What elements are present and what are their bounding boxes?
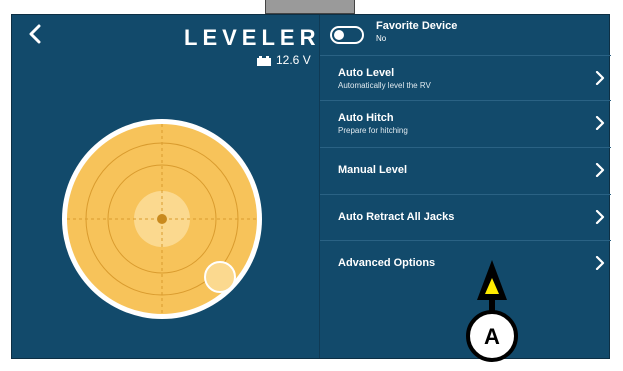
page-title: LEVELER xyxy=(184,25,321,50)
menu-item-title: Auto Retract All Jacks xyxy=(338,211,455,223)
menu-item-title: Auto Hitch xyxy=(338,111,394,124)
menu-item-title: Auto Level xyxy=(338,66,395,79)
menu-item-title: Manual Level xyxy=(338,164,408,176)
top-tab xyxy=(265,0,355,14)
level-bubble xyxy=(204,261,236,293)
menu-item-auto-level[interactable]: Auto Level Automatically level the RV xyxy=(320,55,611,100)
favorite-title: Favorite Device xyxy=(376,19,458,32)
toggle-knob xyxy=(334,30,344,40)
callout-label: A xyxy=(484,324,500,349)
battery-status: 12.6 V xyxy=(256,53,311,67)
chevron-left-icon xyxy=(29,24,41,44)
chevron-right-icon xyxy=(589,256,611,270)
menu-item-auto-hitch[interactable]: Auto Hitch Prepare for hitching xyxy=(320,100,611,145)
level-gauge xyxy=(62,119,262,319)
favorite-device-row: Favorite Device No xyxy=(320,15,611,55)
menu-item-text: Auto Hitch Prepare for hitching xyxy=(338,112,589,135)
menu-item-subtitle: Prepare for hitching xyxy=(338,125,408,135)
favorite-toggle[interactable] xyxy=(330,26,364,44)
chevron-right-icon xyxy=(589,210,611,224)
menu-item-auto-retract[interactable]: Auto Retract All Jacks xyxy=(320,194,611,239)
callout-a: A xyxy=(466,260,518,362)
menu-item-text: Auto Level Automatically level the RV xyxy=(338,67,589,90)
menu-item-text: Manual Level xyxy=(338,164,589,176)
chevron-right-icon xyxy=(589,116,611,130)
favorite-text: Favorite Device No xyxy=(376,20,457,43)
menu-item-manual-level[interactable]: Manual Level xyxy=(320,147,611,192)
chevron-right-icon xyxy=(589,71,611,85)
favorite-value: No xyxy=(376,33,387,43)
battery-icon xyxy=(257,55,271,66)
menu-item-subtitle: Automatically level the RV xyxy=(338,80,431,90)
leveler-panel: LEVELER 12.6 V xyxy=(12,15,319,358)
voltage-value: 12.6 V xyxy=(276,53,311,67)
back-button[interactable] xyxy=(22,21,48,47)
menu-item-text: Auto Retract All Jacks xyxy=(338,211,589,223)
chevron-right-icon xyxy=(589,163,611,177)
